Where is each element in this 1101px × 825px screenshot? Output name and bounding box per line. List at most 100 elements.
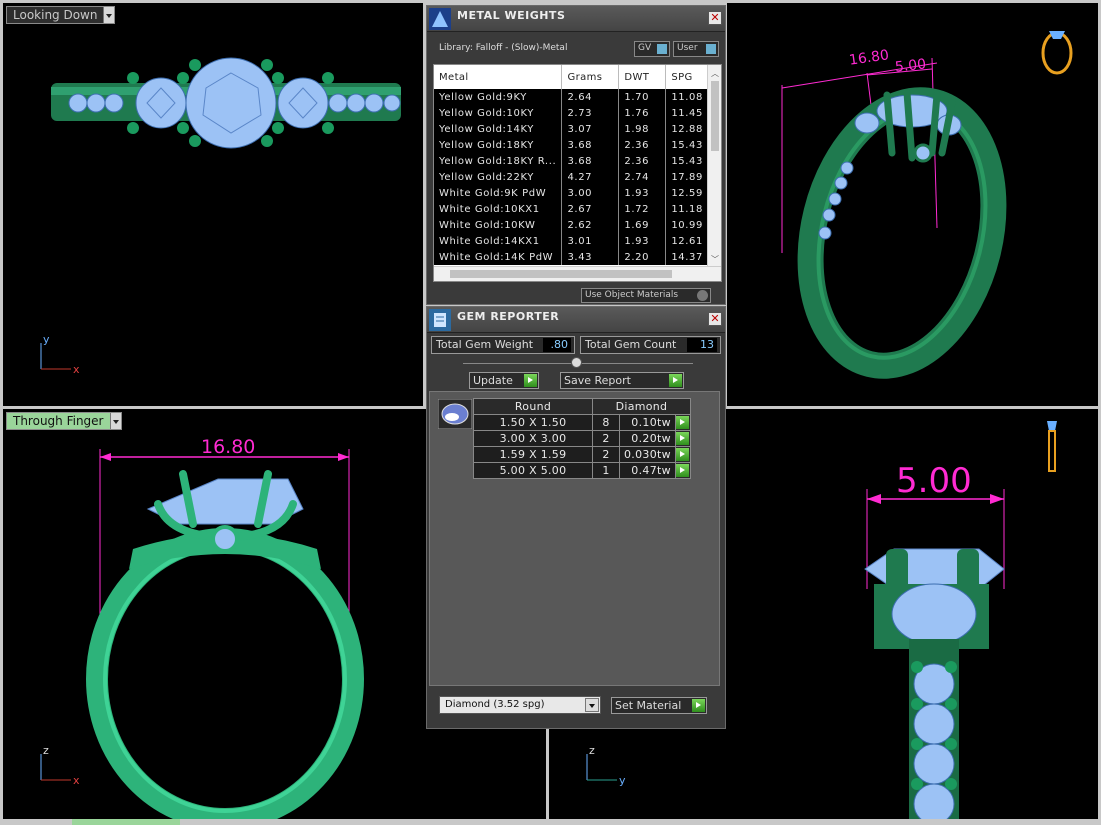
dwt-cell: 1.72 — [618, 201, 667, 217]
metal-table-container[interactable]: Metal Grams DWT SPG Yellow Gold:9KY 2.64 1… — [433, 64, 722, 282]
gem-table-header: Round Diamond — [473, 398, 691, 415]
play-arrow-icon — [524, 374, 537, 387]
chevron-down-icon[interactable]: ﹀ — [711, 254, 719, 265]
grams-cell: 3.07 — [561, 121, 620, 137]
col-header-dwt[interactable]: DWT — [618, 65, 667, 89]
status-tab-active[interactable] — [72, 819, 180, 825]
metal-table: Metal Grams DWT SPG Yellow Gold:9KY 2.64 1… — [434, 65, 709, 265]
col-header-spg[interactable]: SPG — [665, 65, 709, 89]
dwt-cell: 2.36 — [618, 137, 667, 153]
vertical-scrollbar[interactable]: ︿ ﹀ — [707, 65, 721, 267]
chevron-up-icon[interactable]: ︿ — [711, 68, 719, 79]
axis-x-label: x — [73, 363, 80, 376]
table-row: 1.50 X 1.50 8 0.10tw — [473, 414, 691, 431]
grams-cell: 3.68 — [561, 137, 620, 153]
spg-cell: 11.08 — [665, 89, 709, 105]
metal-name-cell: White Gold:10KW — [434, 217, 563, 233]
close-icon[interactable]: ✕ — [708, 11, 722, 25]
col-header-round: Round — [473, 398, 593, 415]
table-row[interactable]: Yellow Gold:22KY 4.27 2.74 17.89 — [434, 169, 709, 185]
grams-cell: 4.27 — [561, 169, 620, 185]
library-label: Library: Falloff - (Slow)-Metal — [439, 43, 568, 53]
col-header-metal[interactable]: Metal — [434, 65, 563, 89]
gem-weight-cell: 0.47tw — [619, 462, 676, 479]
metal-weights-title: METAL WEIGHTS — [457, 9, 566, 22]
gem-count-cell: 8 — [592, 414, 620, 431]
gem-size-cell: 5.00 X 5.00 — [473, 462, 593, 479]
table-row[interactable]: White Gold:14KX1 3.01 1.93 12.61 — [434, 233, 709, 249]
table-row[interactable]: Yellow Gold:18KY R... 3.68 2.36 15.43 — [434, 153, 709, 169]
axis-z-label: z — [43, 744, 49, 757]
table-row[interactable]: White Gold:14K PdW 3.43 2.20 14.37 — [434, 249, 709, 265]
col-header-grams[interactable]: Grams — [561, 65, 620, 89]
gem-row-go-button[interactable] — [674, 446, 691, 463]
metal-weights-panel: METAL WEIGHTS ✕ Library: Falloff - (Slow… — [426, 5, 726, 305]
use-object-materials-toggle[interactable]: Use Object Materials — [581, 288, 711, 303]
axis-x-label: x — [73, 774, 80, 787]
material-select[interactable]: Diamond (3.52 spg) — [439, 696, 601, 714]
report-icon — [429, 309, 451, 331]
play-arrow-icon — [675, 416, 689, 429]
spg-cell: 12.61 — [665, 233, 709, 249]
gem-weight-cell: 0.20tw — [619, 430, 676, 447]
gem-reporter-titlebar[interactable]: GEM REPORTER ✕ — [427, 307, 725, 333]
chevron-down-icon[interactable] — [585, 698, 599, 712]
axis-indicator-yz: z y — [586, 744, 626, 787]
gem-table: Round Diamond 1.50 X 1.50 8 0.10tw 3.00 X 3… — [473, 398, 691, 479]
user-toggle[interactable]: User — [673, 41, 719, 57]
save-report-label: Save Report — [564, 374, 631, 387]
table-row[interactable]: Yellow Gold:18KY 3.68 2.36 15.43 — [434, 137, 709, 153]
table-row[interactable]: Yellow Gold:14KY 3.07 1.98 12.88 — [434, 121, 709, 137]
play-arrow-icon — [692, 699, 705, 712]
metal-name-cell: White Gold:10KX1 — [434, 201, 563, 217]
gem-row-go-button[interactable] — [674, 462, 691, 479]
table-row[interactable]: Yellow Gold:9KY 2.64 1.70 11.08 — [434, 89, 709, 105]
grams-cell: 3.43 — [561, 249, 620, 265]
weight-icon — [429, 8, 451, 30]
dwt-cell: 2.20 — [618, 249, 667, 265]
spg-cell: 17.89 — [665, 169, 709, 185]
status-strip — [0, 819, 1101, 825]
play-arrow-icon — [675, 448, 689, 461]
dwt-cell: 2.36 — [618, 153, 667, 169]
scrollbar-thumb[interactable] — [450, 270, 672, 278]
save-report-button[interactable]: Save Report — [560, 372, 684, 389]
spg-cell: 14.37 — [665, 249, 709, 265]
round-gem-icon[interactable] — [438, 399, 472, 429]
table-row[interactable]: Yellow Gold:10KY 2.73 1.76 11.45 — [434, 105, 709, 121]
viewport-perspective[interactable]: 16.80 5.00 — [727, 3, 1098, 406]
spg-cell: 15.43 — [665, 153, 709, 169]
horizontal-scrollbar[interactable] — [434, 266, 721, 281]
set-material-button[interactable]: Set Material — [611, 697, 707, 714]
close-icon[interactable]: ✕ — [708, 312, 722, 326]
user-label: User — [677, 43, 698, 53]
table-row[interactable]: White Gold:9K PdW 3.00 1.93 12.59 — [434, 185, 709, 201]
gem-row-go-button[interactable] — [674, 414, 691, 431]
material-select-value: Diamond (3.52 spg) — [445, 699, 545, 710]
gem-reporter-panel: GEM REPORTER ✕ Total Gem Weight .80 Tota… — [426, 306, 726, 729]
gv-label: GV — [638, 43, 652, 53]
splitter-handle-icon[interactable] — [571, 357, 582, 368]
metal-name-cell: Yellow Gold:10KY — [434, 105, 563, 121]
grams-cell: 2.67 — [561, 201, 620, 217]
use-object-materials-label: Use Object Materials — [585, 290, 679, 300]
viewport-looking-down[interactable]: Looking Down y x — [3, 3, 423, 406]
metal-name-cell: Yellow Gold:18KY R... — [434, 153, 563, 169]
gem-list-area: Round Diamond 1.50 X 1.50 8 0.10tw 3.00 X 3… — [429, 391, 720, 686]
gv-toggle[interactable]: GV — [634, 41, 670, 57]
scrollbar-thumb[interactable] — [711, 81, 719, 151]
total-gem-weight-field: Total Gem Weight .80 — [431, 336, 575, 354]
spg-cell: 10.99 — [665, 217, 709, 233]
grams-cell: 2.64 — [561, 89, 620, 105]
play-arrow-icon — [675, 464, 689, 477]
gem-count-cell: 2 — [592, 430, 620, 447]
grams-cell: 3.68 — [561, 153, 620, 169]
metal-name-cell: White Gold:9K PdW — [434, 185, 563, 201]
gem-size-cell: 1.59 X 1.59 — [473, 446, 593, 463]
table-row[interactable]: White Gold:10KW 2.62 1.69 10.99 — [434, 217, 709, 233]
update-button[interactable]: Update — [469, 372, 539, 389]
dimension-side-label: 5.00 — [896, 461, 972, 501]
metal-weights-titlebar[interactable]: METAL WEIGHTS ✕ — [427, 6, 725, 32]
gem-row-go-button[interactable] — [674, 430, 691, 447]
table-row[interactable]: White Gold:10KX1 2.67 1.72 11.18 — [434, 201, 709, 217]
